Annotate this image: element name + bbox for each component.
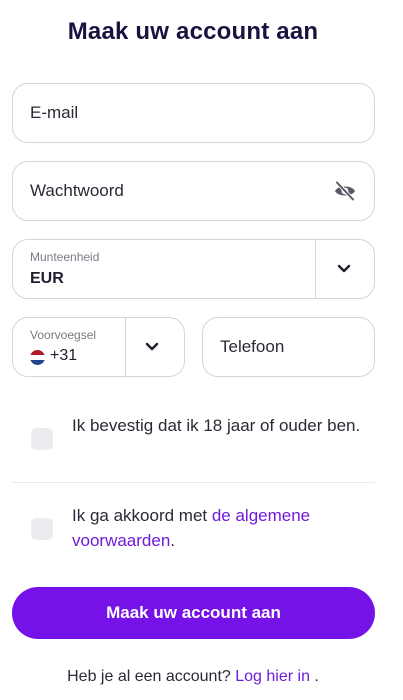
prefix-value: +31 — [50, 347, 78, 364]
login-prompt: Heb je al een account? Log hier in . — [0, 668, 386, 686]
password-placeholder: Wachtwoord — [30, 181, 124, 200]
currency-select[interactable]: Munteenheid EUR — [12, 239, 375, 299]
terms-prefix: Ik ga akkoord met — [72, 506, 212, 525]
register-page: Maak uw account aan E-mail Wachtwoord Mu… — [0, 0, 403, 700]
select-divider — [125, 318, 126, 376]
terms-text: Ik ga akkoord met de algemene voorwaarde… — [72, 503, 376, 553]
prefix-label: Voorvoegsel — [30, 328, 97, 342]
page-title: Maak uw account aan — [67, 18, 319, 45]
password-field[interactable]: Wachtwoord — [12, 161, 375, 221]
phone-placeholder: Telefoon — [220, 337, 285, 356]
phone-prefix-select[interactable]: Voorvoegsel +31 — [12, 317, 185, 377]
terms-suffix: . — [170, 531, 176, 550]
email-placeholder: E-mail — [30, 103, 79, 122]
login-prompt-text: Heb je al een account? — [67, 668, 236, 685]
create-account-button[interactable]: Maak uw account aan — [12, 587, 375, 639]
age-checkbox[interactable] — [31, 428, 53, 450]
netherlands-flag-icon — [30, 350, 45, 365]
chevron-down-icon — [145, 342, 159, 351]
email-field[interactable]: E-mail — [12, 83, 375, 143]
login-link[interactable]: Log hier in — [235, 668, 310, 685]
currency-label: Munteenheid — [30, 250, 100, 264]
terms-checkbox[interactable] — [31, 518, 53, 540]
eye-slash-icon[interactable] — [333, 181, 357, 201]
age-confirmation-text: Ik bevestig dat ik 18 jaar of ouder ben. — [72, 416, 361, 435]
divider — [12, 482, 375, 483]
select-divider — [315, 240, 316, 298]
chevron-down-icon — [337, 264, 351, 273]
currency-value: EUR — [30, 270, 64, 287]
phone-field[interactable]: Telefoon — [202, 317, 375, 377]
login-prompt-suffix: . — [309, 668, 319, 685]
